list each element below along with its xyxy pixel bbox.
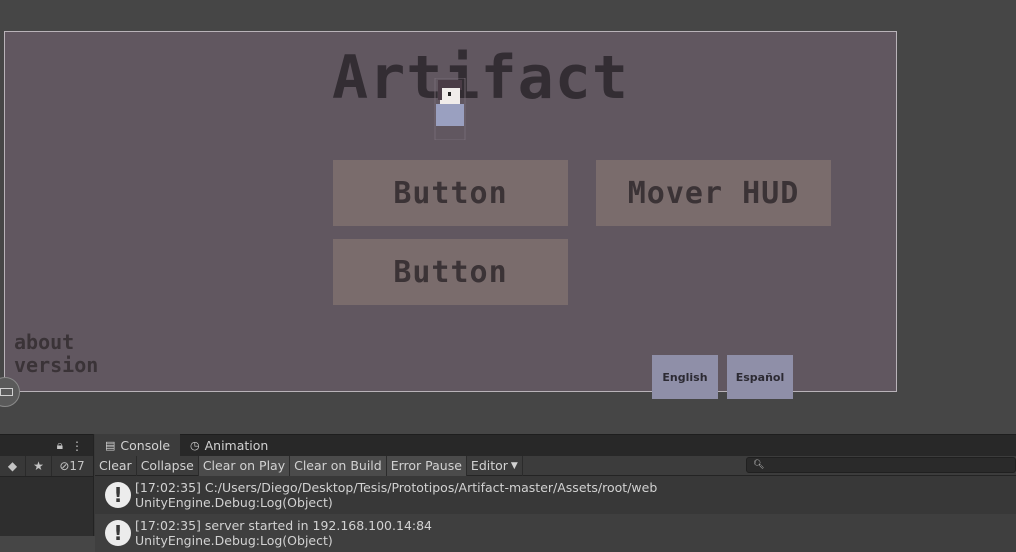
log-message: [17:02:35] C:/Users/Diego/Desktop/Tesis/…	[135, 480, 658, 495]
log-trace: UnityEngine.Debug:Log(Object)	[135, 495, 333, 510]
mover-hud-button[interactable]: Mover HUD	[596, 160, 831, 226]
hidden-objects-toggle[interactable]: ⊘ 17	[52, 456, 92, 476]
collapse-button[interactable]: Collapse	[137, 455, 199, 476]
error-pause-toggle[interactable]: Error Pause	[386, 455, 467, 476]
player-character-sprite[interactable]	[434, 78, 466, 140]
clear-button[interactable]: Clear	[95, 455, 137, 476]
info-icon: !	[105, 520, 131, 546]
log-entry[interactable]: ! [17:02:35] server started in 192.168.1…	[95, 514, 1016, 552]
info-icon: !	[105, 482, 131, 508]
tab-animation-label: Animation	[204, 437, 269, 453]
hierarchy-panel: 🔒︎ ⋮ ◆ ★ ⊘ 17	[0, 434, 94, 536]
log-trace: UnityEngine.Debug:Log(Object)	[135, 533, 333, 548]
star-icon[interactable]: ★	[26, 456, 52, 476]
clear-on-play-toggle[interactable]: Clear on Play	[198, 455, 291, 476]
tab-console[interactable]: ▤ Console	[95, 434, 180, 456]
console-search-input[interactable]: 🔍︎	[746, 457, 1016, 473]
scene-view[interactable]: Artifact Button Mover HUD Button about v…	[0, 0, 1016, 434]
chevron-down-icon: ▼	[510, 460, 518, 471]
hierarchy-list[interactable]	[0, 476, 93, 536]
espanol-button[interactable]: Español	[727, 355, 793, 399]
about-version-text: about version	[14, 331, 98, 377]
about-label: about	[14, 330, 75, 354]
animation-icon: ◷	[190, 438, 200, 452]
kebab-menu-icon[interactable]: ⋮	[71, 439, 83, 453]
menu-button-2[interactable]: Button	[333, 239, 568, 305]
eye-slash-icon: ⊘	[59, 459, 70, 473]
console-panel: ▤ Console ◷ Animation Clear Collapse Cle…	[95, 434, 1016, 552]
tab-console-label: Console	[120, 437, 171, 453]
rect-gizmo-icon	[0, 388, 13, 396]
lock-icon[interactable]: 🔒︎	[57, 438, 63, 453]
tab-animation[interactable]: ◷ Animation	[180, 434, 278, 456]
editor-dropdown[interactable]: Editor ▼	[467, 455, 523, 476]
version-label: version	[14, 353, 99, 377]
log-message: [17:02:35] server started in 192.168.100…	[135, 518, 433, 533]
menu-button-1[interactable]: Button	[333, 160, 568, 226]
clear-on-build-toggle[interactable]: Clear on Build	[290, 455, 387, 476]
hidden-count: 17	[69, 459, 85, 473]
tag-icon[interactable]: ◆	[0, 456, 26, 476]
editor-dropdown-label: Editor	[470, 458, 508, 473]
search-icon: 🔍︎	[753, 460, 765, 470]
log-entry[interactable]: ! [17:02:35] C:/Users/Diego/Desktop/Tesi…	[95, 476, 1016, 514]
english-button[interactable]: English	[652, 355, 718, 399]
console-icon: ▤	[105, 438, 116, 452]
